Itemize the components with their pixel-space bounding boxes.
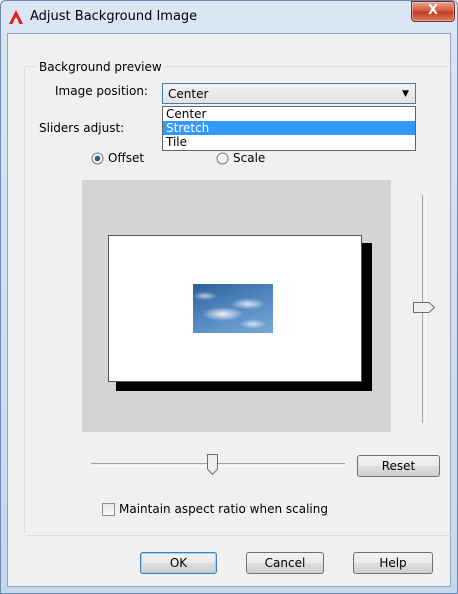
chevron-down-icon: ▼ xyxy=(402,89,409,99)
close-button[interactable]: X xyxy=(411,1,455,22)
image-position-select[interactable]: Center ▼ xyxy=(162,83,416,104)
dropdown-option-stretch[interactable]: Stretch xyxy=(163,121,415,135)
help-button[interactable]: Help xyxy=(353,552,433,574)
horizontal-slider-thumb[interactable] xyxy=(207,454,218,476)
image-position-dropdown-list: Center Stretch Tile xyxy=(162,106,416,151)
window-title: Adjust Background Image xyxy=(30,9,198,24)
title-bar[interactable]: Adjust Background Image X xyxy=(0,0,456,34)
offset-radio-label: Offset xyxy=(108,151,145,165)
image-position-value: Center xyxy=(168,87,209,101)
vertical-slider-thumb[interactable] xyxy=(413,302,436,313)
sliders-adjust-label: Sliders adjust: xyxy=(39,121,125,135)
horizontal-slider-track[interactable] xyxy=(91,463,345,467)
maintain-aspect-ratio-label: Maintain aspect ratio when scaling xyxy=(119,502,328,516)
close-icon: X xyxy=(427,3,439,18)
background-image-thumbnail xyxy=(193,284,273,333)
cancel-button[interactable]: Cancel xyxy=(246,552,324,574)
dropdown-option-center[interactable]: Center xyxy=(163,107,415,121)
reset-button[interactable]: Reset xyxy=(357,455,440,477)
scale-radio-label: Scale xyxy=(233,151,266,165)
dropdown-option-tile[interactable]: Tile xyxy=(163,135,415,149)
scale-radio[interactable] xyxy=(216,152,229,165)
offset-radio[interactable] xyxy=(91,152,104,165)
maintain-aspect-ratio-checkbox[interactable] xyxy=(102,503,115,516)
group-label: Background preview xyxy=(36,60,165,74)
ok-button[interactable]: OK xyxy=(140,552,217,574)
autocad-app-icon xyxy=(8,9,24,25)
image-position-label: Image position: xyxy=(55,84,148,98)
